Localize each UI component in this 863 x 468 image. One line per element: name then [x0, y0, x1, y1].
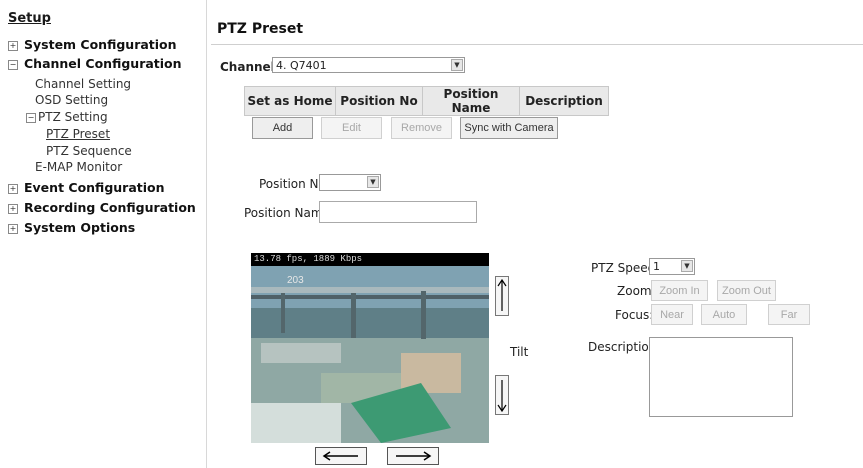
dropdown-arrow-icon[interactable]: ▼ — [367, 176, 379, 188]
title-divider — [211, 44, 863, 45]
video-status-bar: 13.78 fps, 1889 Kbps — [251, 253, 489, 266]
tilt-down-button[interactable] — [495, 375, 509, 415]
dropdown-arrow-icon[interactable]: ▼ — [681, 260, 693, 272]
arrow-right-icon — [396, 451, 432, 461]
ptz-speed-select[interactable]: 1 ▼ — [649, 258, 695, 275]
sync-with-camera-button[interactable]: Sync with Camera — [460, 117, 558, 139]
far-button[interactable]: Far — [768, 304, 810, 325]
add-button[interactable]: Add — [252, 117, 313, 139]
expand-icon[interactable]: + — [8, 204, 18, 214]
nav-system-configuration[interactable]: + System Configuration — [8, 37, 177, 52]
nav-recording-configuration[interactable]: + Recording Configuration — [8, 200, 196, 215]
collapse-icon[interactable]: − — [26, 113, 36, 123]
position-name-input[interactable] — [319, 201, 477, 223]
video-overlay-label: 203 — [287, 275, 304, 286]
nav-ptz-preset[interactable]: PTZ Preset — [46, 127, 110, 141]
arrow-left-icon — [322, 451, 358, 461]
position-no-select[interactable]: ▼ — [319, 174, 381, 191]
description-textarea[interactable] — [649, 337, 793, 417]
nav-ptz-sequence[interactable]: PTZ Sequence — [46, 144, 132, 158]
nav-osd-setting[interactable]: OSD Setting — [35, 93, 108, 107]
nav-system-options[interactable]: + System Options — [8, 220, 135, 235]
header-set-as-home: Set as Home — [244, 86, 336, 116]
channel-label: Channel: — [220, 60, 280, 74]
collapse-icon[interactable]: − — [8, 60, 18, 70]
header-description: Description — [519, 86, 609, 116]
near-button[interactable]: Near — [651, 304, 693, 325]
header-position-no: Position No — [335, 86, 423, 116]
expand-icon[interactable]: + — [8, 184, 18, 194]
nav-event-configuration[interactable]: + Event Configuration — [8, 180, 165, 195]
nav-channel-setting[interactable]: Channel Setting — [35, 77, 131, 91]
expand-icon[interactable]: + — [8, 41, 18, 51]
ptz-speed-value: 1 — [653, 260, 660, 273]
zoom-out-button[interactable]: Zoom Out — [717, 280, 776, 301]
focus-label: Focus: — [615, 308, 654, 322]
zoom-in-button[interactable]: Zoom In — [651, 280, 708, 301]
sidebar: Setup + System Configuration − Channel Con… — [0, 0, 207, 468]
tilt-label: Tilt — [510, 345, 529, 359]
camera-video[interactable]: 13.78 fps, 1889 Kbps 203 — [251, 253, 489, 443]
edit-button[interactable]: Edit — [321, 117, 382, 139]
pan-left-button[interactable] — [315, 447, 367, 465]
arrow-up-icon — [497, 278, 507, 311]
nav-channel-configuration[interactable]: − Channel Configuration — [8, 56, 182, 71]
nav-emap-monitor[interactable]: E-MAP Monitor — [35, 160, 122, 174]
main-panel: PTZ Preset Channel: 4. Q7401 ▼ Set as Ho… — [207, 0, 863, 468]
pan-right-button[interactable] — [387, 447, 439, 465]
channel-select[interactable]: 4. Q7401 ▼ — [272, 57, 465, 73]
channel-value: 4. Q7401 — [276, 59, 327, 72]
remove-button[interactable]: Remove — [391, 117, 452, 139]
header-position-name: Position Name — [422, 86, 520, 116]
setup-link[interactable]: Setup — [8, 11, 51, 26]
page-title: PTZ Preset — [217, 21, 304, 37]
expand-icon[interactable]: + — [8, 224, 18, 234]
dropdown-arrow-icon[interactable]: ▼ — [451, 59, 463, 71]
tilt-up-button[interactable] — [495, 276, 509, 316]
zoom-label: Zoom: — [617, 284, 656, 298]
preset-table: Set as Home Position No Position Name De… — [244, 86, 609, 116]
nav-ptz-setting[interactable]: − PTZ Setting — [26, 110, 108, 124]
arrow-down-icon — [497, 380, 507, 413]
auto-button[interactable]: Auto — [701, 304, 747, 325]
